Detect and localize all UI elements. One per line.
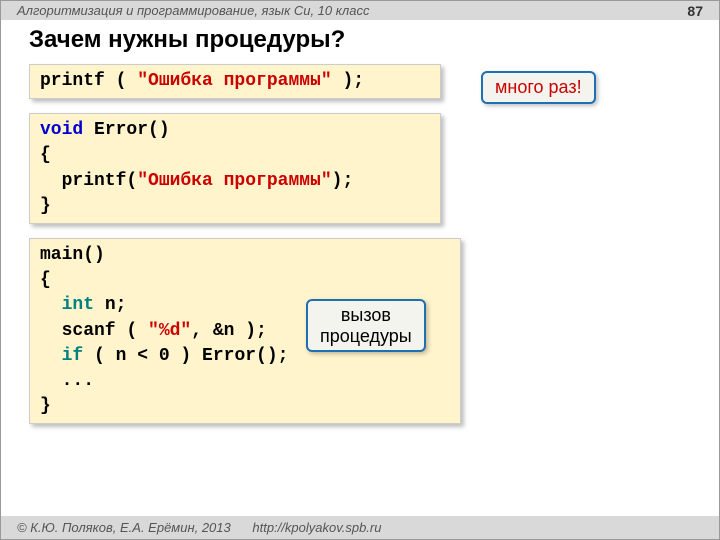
- printf-call: printf(: [40, 171, 137, 191]
- code-block-2: void Error() { printf("Ошибка программы"…: [29, 113, 441, 224]
- footer-url: http://kpolyakov.spb.ru: [252, 520, 381, 535]
- code-close: );: [332, 71, 364, 91]
- callout-many-times: много раз!: [481, 71, 596, 104]
- var-n: n;: [94, 295, 126, 315]
- main-decl: main(): [40, 245, 105, 265]
- scanf-call: scanf (: [40, 321, 148, 341]
- page-number: 87: [687, 3, 703, 19]
- code-printf: printf: [40, 71, 105, 91]
- dots: ...: [40, 371, 94, 391]
- lbrace3: {: [40, 270, 51, 290]
- slide-title: Зачем нужны процедуры?: [29, 26, 703, 54]
- header-band: Алгоритмизация и программирование, язык …: [1, 1, 719, 20]
- copyright: © К.Ю. Поляков, Е.А. Ерёмин, 2013: [17, 520, 231, 535]
- content-area: printf ( "Ошибка программы" ); void Erro…: [1, 64, 719, 424]
- func-name: Error(): [83, 120, 169, 140]
- if-cond: ( n < 0 ) Error();: [83, 346, 288, 366]
- code-block-1: printf ( "Ошибка программы" );: [29, 64, 441, 99]
- course-label: Алгоритмизация и программирование, язык …: [17, 3, 369, 18]
- kw-if: if: [40, 346, 83, 366]
- code-string: "Ошибка программы": [137, 71, 331, 91]
- footer-band: © К.Ю. Поляков, Е.А. Ерёмин, 2013 http:/…: [1, 516, 719, 539]
- scanf-end: , &n );: [191, 321, 267, 341]
- kw-void: void: [40, 120, 83, 140]
- rbrace: }: [40, 196, 51, 216]
- bubble2-line2: процедуры: [320, 326, 412, 347]
- bubble1-text: много раз!: [495, 77, 582, 97]
- rbrace3: }: [40, 396, 51, 416]
- endcall: );: [332, 171, 354, 191]
- kw-int: int: [40, 295, 94, 315]
- code-string-2: "Ошибка программы": [137, 171, 331, 191]
- callout-proc-call: вызов процедуры: [306, 299, 426, 352]
- bubble2-line1: вызов: [320, 305, 412, 326]
- fmt-string: "%d": [148, 321, 191, 341]
- lbrace: {: [40, 145, 51, 165]
- code-open: (: [105, 71, 137, 91]
